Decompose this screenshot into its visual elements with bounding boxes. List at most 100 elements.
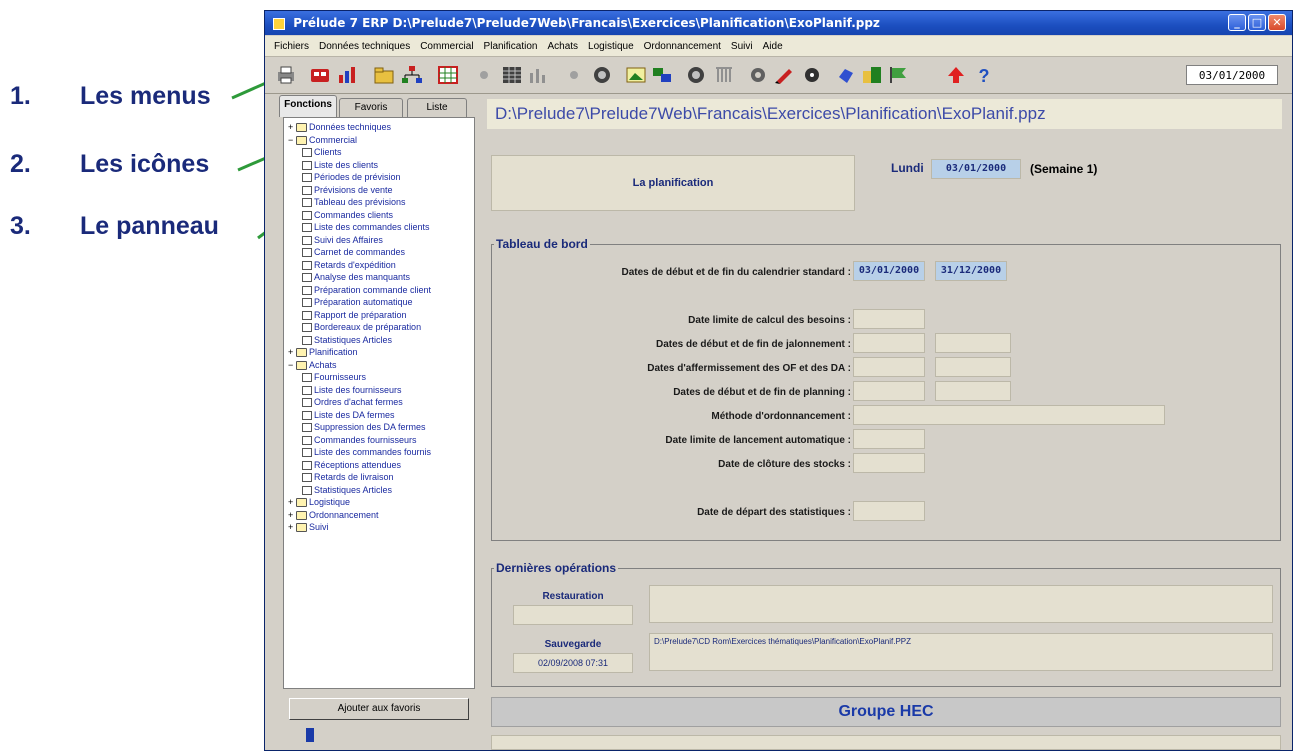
tab-favoris[interactable]: Favoris	[339, 98, 403, 117]
grid-tool-icon[interactable]	[437, 65, 459, 85]
record-icon[interactable]	[801, 65, 823, 85]
image-icon[interactable]	[625, 65, 647, 85]
menu-planification[interactable]: Planification	[479, 41, 543, 52]
milestone-start-field[interactable]	[853, 333, 925, 353]
tree-folder[interactable]: − Commercial	[288, 135, 357, 146]
tree-folder[interactable]: + Données techniques	[288, 122, 391, 133]
tree-item[interactable]: Retards d'expédition	[302, 260, 396, 271]
tree-item[interactable]: Tableau des prévisions	[302, 197, 406, 208]
expand-icon[interactable]: +	[288, 497, 295, 508]
tree-structure-icon[interactable]	[401, 65, 423, 85]
tree-folder[interactable]: − Achats	[288, 360, 337, 371]
expand-icon[interactable]: +	[288, 522, 295, 533]
tree-folder[interactable]: + Planification	[288, 347, 358, 358]
up-arrow-icon[interactable]	[945, 65, 967, 85]
planning-end-field[interactable]	[935, 381, 1011, 401]
dot-icon[interactable]	[563, 65, 585, 85]
menu-suivi[interactable]: Suivi	[726, 41, 758, 52]
red-tool-icon[interactable]	[309, 65, 331, 85]
tree-item[interactable]: Liste des commandes fournis	[302, 447, 431, 458]
firming-end-field[interactable]	[935, 357, 1011, 377]
tree-item[interactable]: Analyse des manquants	[302, 272, 410, 283]
tree-item[interactable]: Clients	[302, 147, 342, 158]
tree-item[interactable]: Ordres d'achat fermes	[302, 397, 403, 408]
tree-item[interactable]: Suivi des Affaires	[302, 235, 383, 246]
tree-item[interactable]: Fournisseurs	[302, 372, 366, 383]
firming-start-field[interactable]	[853, 357, 925, 377]
expand-icon[interactable]: +	[288, 510, 295, 521]
stats-start-field[interactable]	[853, 501, 925, 521]
restore-path-field[interactable]	[649, 585, 1273, 623]
menu-ordonnancement[interactable]: Ordonnancement	[639, 41, 726, 52]
menu-aide[interactable]: Aide	[758, 41, 788, 52]
collapse-icon[interactable]: −	[288, 135, 295, 146]
tree-item[interactable]: Réceptions attendues	[302, 460, 401, 471]
menu-commercial[interactable]: Commercial	[415, 41, 478, 52]
needs-limit-field[interactable]	[853, 309, 925, 329]
comb-icon[interactable]	[713, 65, 735, 85]
folder-tool-icon[interactable]	[373, 65, 395, 85]
tree-item[interactable]: Carnet de commandes	[302, 247, 405, 258]
tree-item[interactable]: Préparation commande client	[302, 285, 431, 296]
stock-close-field[interactable]	[853, 453, 925, 473]
restore-date-field[interactable]	[513, 605, 633, 625]
tree-folder[interactable]: + Suivi	[288, 522, 329, 533]
tree-item[interactable]: Liste des clients	[302, 160, 378, 171]
menu-donnees-techniques[interactable]: Données techniques	[314, 41, 415, 52]
help-icon[interactable]: ?	[973, 65, 995, 85]
auto-launch-field[interactable]	[853, 429, 925, 449]
flag-icon[interactable]	[887, 65, 909, 85]
title-bar[interactable]: Prélude 7 ERP D:\Prelude7\Prelude7Web\Fr…	[265, 11, 1292, 35]
gear-icon[interactable]	[747, 65, 769, 85]
tree-item[interactable]: Liste des fournisseurs	[302, 385, 402, 396]
tree-item[interactable]: Périodes de prévision	[302, 172, 401, 183]
tree-item[interactable]: Commandes clients	[302, 210, 393, 221]
tree-item[interactable]: Bordereaux de préparation	[302, 322, 421, 333]
add-to-favorites-button[interactable]: Ajouter aux favoris	[289, 698, 469, 720]
collapse-icon[interactable]: −	[288, 360, 295, 371]
table-icon[interactable]	[501, 65, 523, 85]
backup-date-field[interactable]: 02/09/2008 07:31	[513, 653, 633, 673]
tab-fonctions[interactable]: Fonctions	[279, 95, 337, 117]
building-icon[interactable]	[861, 65, 883, 85]
bar-chart-icon[interactable]	[527, 65, 549, 85]
chart-tool-icon[interactable]	[337, 65, 359, 85]
tree-item[interactable]: Commandes fournisseurs	[302, 435, 417, 446]
std-calendar-end-field[interactable]: 31/12/2000	[935, 261, 1007, 281]
tree-item[interactable]: Liste des DA fermes	[302, 410, 395, 421]
planning-start-field[interactable]	[853, 381, 925, 401]
backup-path-field[interactable]: D:\Prelude7\CD Rom\Exercices thématiques…	[649, 633, 1273, 671]
tree-item[interactable]: Statistiques Articles	[302, 335, 392, 346]
tree-folder[interactable]: + Ordonnancement	[288, 510, 379, 521]
target-icon[interactable]	[591, 65, 613, 85]
pencil-icon[interactable]	[773, 65, 795, 85]
dot-icon[interactable]	[473, 65, 495, 85]
hand-icon[interactable]	[835, 65, 857, 85]
scheduling-method-field[interactable]	[853, 405, 1165, 425]
tree-folder[interactable]: + Logistique	[288, 497, 350, 508]
tree-item[interactable]: Préparation automatique	[302, 297, 413, 308]
tree-item[interactable]: Prévisions de vente	[302, 185, 393, 196]
close-button[interactable]: ✕	[1268, 14, 1286, 31]
function-tree[interactable]: + Données techniques − Commercial Clients Lis…	[283, 117, 475, 689]
expand-icon[interactable]: +	[288, 347, 295, 358]
minimize-button[interactable]: _	[1228, 14, 1246, 31]
tree-item[interactable]: Liste des commandes clients	[302, 222, 430, 233]
toolbar-date[interactable]: 03/01/2000	[1186, 65, 1278, 85]
maximize-button[interactable]: □	[1248, 14, 1266, 31]
print-icon[interactable]	[275, 65, 297, 85]
target-icon[interactable]	[685, 65, 707, 85]
expand-icon[interactable]: +	[288, 122, 295, 133]
tree-item[interactable]: Retards de livraison	[302, 472, 394, 483]
milestone-end-field[interactable]	[935, 333, 1011, 353]
menu-achats[interactable]: Achats	[542, 41, 583, 52]
current-date-field[interactable]: 03/01/2000	[931, 159, 1021, 179]
tree-item[interactable]: Rapport de préparation	[302, 310, 407, 321]
tree-item[interactable]: Suppression des DA fermes	[302, 422, 426, 433]
tree-item[interactable]: Statistiques Articles	[302, 485, 392, 496]
menu-logistique[interactable]: Logistique	[583, 41, 639, 52]
tab-liste[interactable]: Liste	[407, 98, 467, 117]
menu-fichiers[interactable]: Fichiers	[269, 41, 314, 52]
transfer-icon[interactable]	[651, 65, 673, 85]
std-calendar-start-field[interactable]: 03/01/2000	[853, 261, 925, 281]
